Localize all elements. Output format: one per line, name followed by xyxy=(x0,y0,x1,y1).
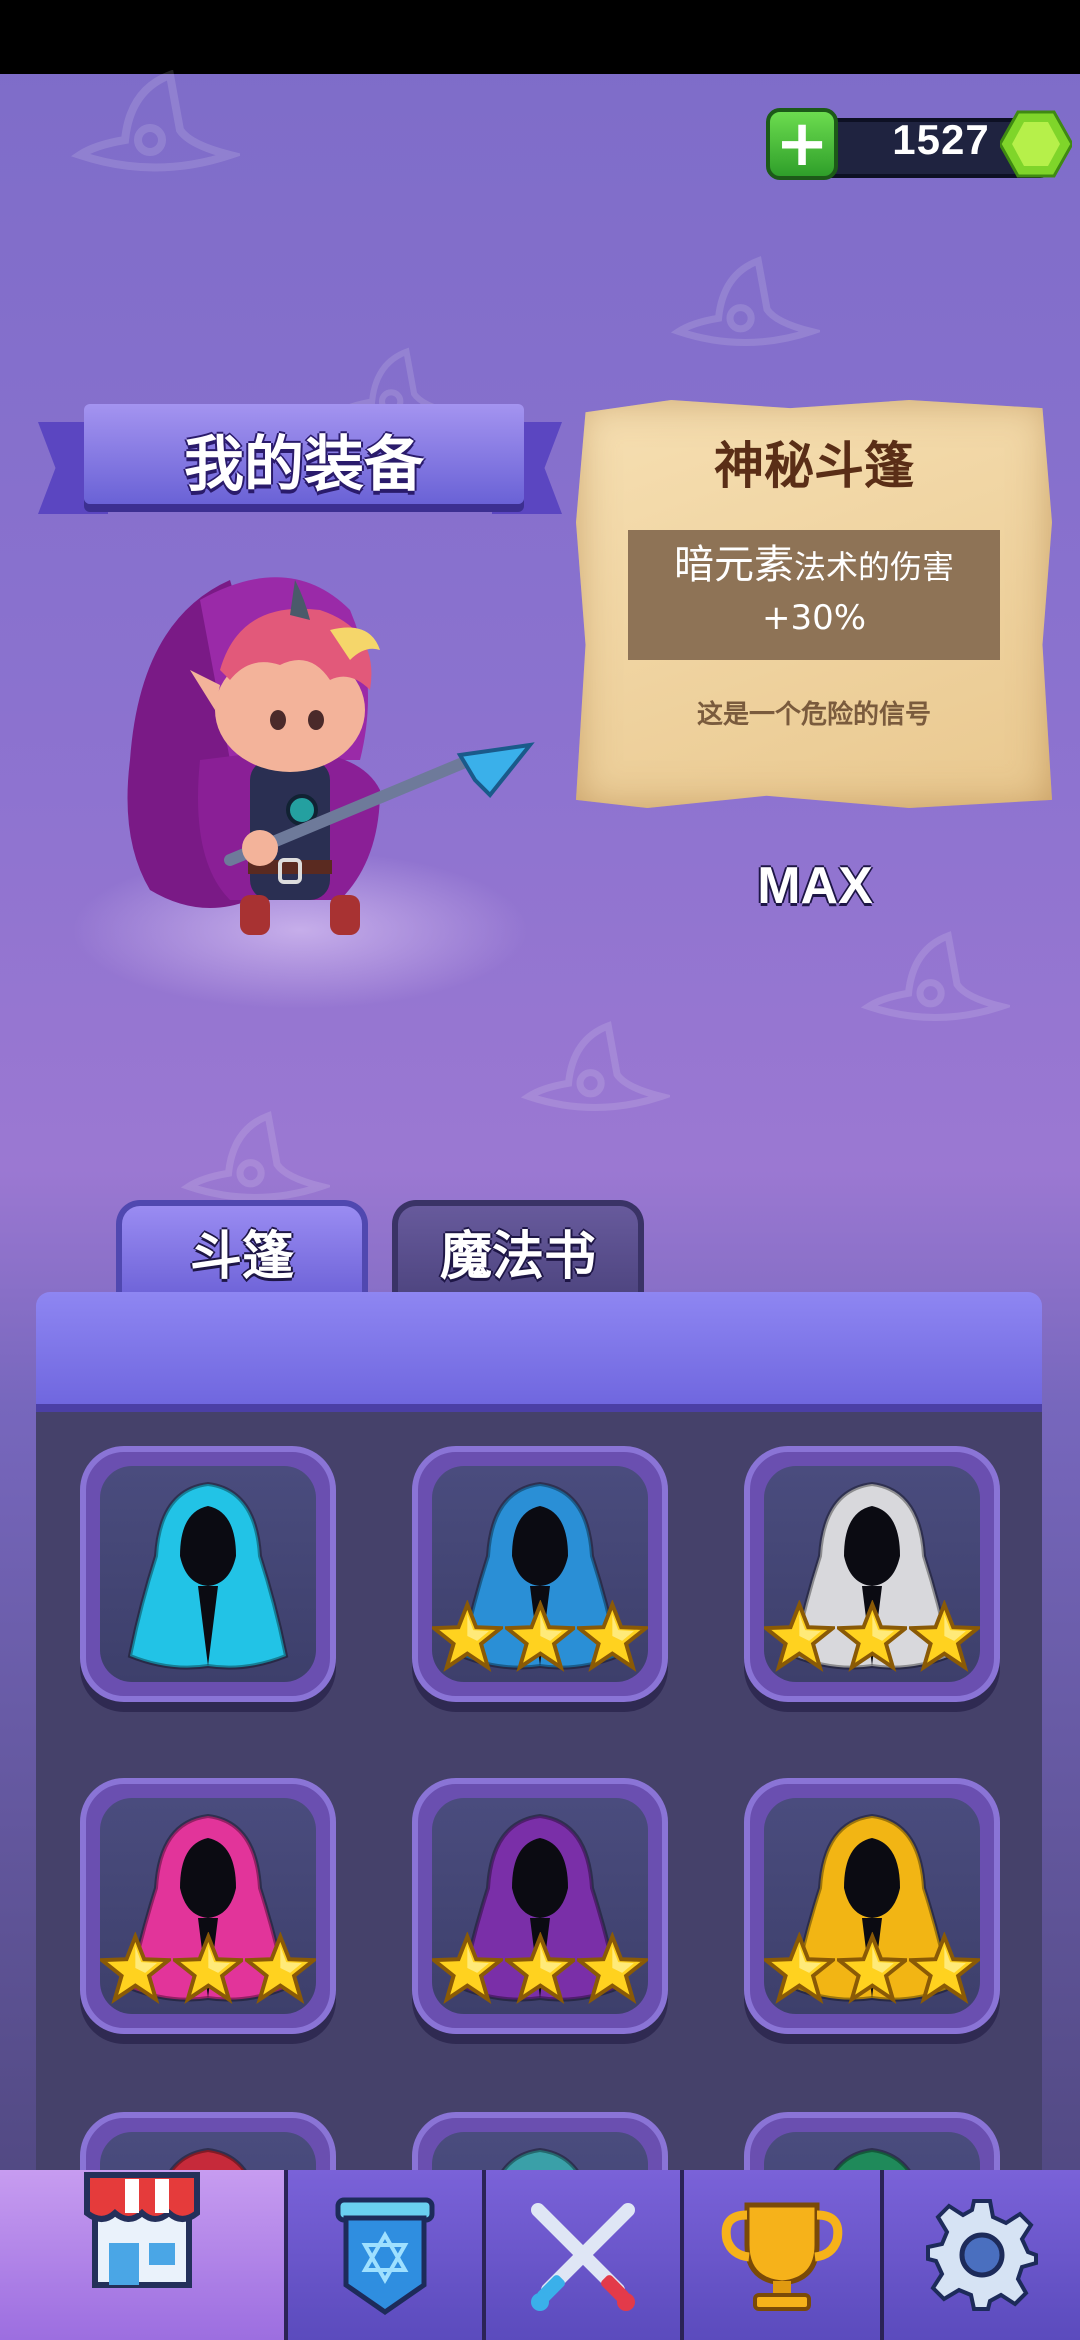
star-icon xyxy=(577,1932,648,2004)
add-gems-button[interactable]: + xyxy=(766,108,838,180)
page-title: 我的装备 xyxy=(184,430,424,500)
cloak-slot-inner xyxy=(100,1798,316,2014)
nav-shop-button[interactable] xyxy=(0,2170,284,2340)
cloak-slot-teal-cloak[interactable] xyxy=(412,2112,668,2172)
cloak-slot-gold-swirl-cloak[interactable] xyxy=(744,1778,1000,2034)
star-icon xyxy=(764,1600,835,1672)
tab-spellbook[interactable]: 魔法书 xyxy=(392,1200,644,1296)
star-icon xyxy=(909,1932,980,2004)
cloak-slot-cyan-cloak[interactable] xyxy=(80,1446,336,1702)
gem-counter: + 1527 xyxy=(766,108,1072,180)
green-cloak-icon xyxy=(831,2147,913,2172)
star-icon xyxy=(504,1600,576,1672)
trophy-icon xyxy=(721,2202,843,2311)
equipment-icon xyxy=(335,2197,435,2316)
gem-icon xyxy=(1000,110,1072,178)
star-rating xyxy=(100,1932,316,2004)
nav-trophy-button[interactable] xyxy=(680,2170,880,2340)
cloak-slot-blue-star-cloak[interactable] xyxy=(412,1446,668,1702)
status-bar xyxy=(0,0,1080,74)
cloak-slot-inner xyxy=(764,1466,980,1682)
star-icon xyxy=(836,1600,908,1672)
item-description: 这是一个危险的信号 xyxy=(696,700,931,730)
nav-equipment-button[interactable] xyxy=(284,2170,482,2340)
effect-text: 法术的伤害 xyxy=(793,548,954,586)
star-icon xyxy=(245,1932,316,2004)
cloak-slot-plaid-cloak[interactable] xyxy=(744,1446,1000,1702)
nav-settings-button[interactable] xyxy=(880,2170,1080,2340)
cloak-slot-inner xyxy=(764,1798,980,2014)
inventory-panel-header xyxy=(36,1292,1042,1404)
star-icon xyxy=(432,1932,503,2004)
inventory-grid xyxy=(36,1412,1042,2172)
star-icon xyxy=(432,1600,503,1672)
shop-icon xyxy=(84,2171,200,2288)
nav-battle-button[interactable] xyxy=(482,2170,680,2340)
cloak-slot-inner xyxy=(432,1466,648,1682)
cloak-slot-red-cloak[interactable] xyxy=(80,2112,336,2172)
cloak-slot-pink-heart-cloak[interactable] xyxy=(80,1778,336,2034)
hat-pattern-icon xyxy=(70,70,240,180)
item-info-card: 神秘斗篷 暗元素法术的伤害 +30% 这是一个危险的信号 xyxy=(576,400,1052,808)
star-icon xyxy=(577,1600,648,1672)
hat-pattern-icon xyxy=(860,920,1010,1040)
gem-count: 1527 xyxy=(892,116,990,163)
star-icon xyxy=(504,1932,576,2004)
effect-element: 暗元素 xyxy=(673,542,794,588)
star-rating xyxy=(432,1932,648,2004)
item-name: 神秘斗篷 xyxy=(714,437,914,495)
cloak-slot-inner xyxy=(764,2132,980,2172)
wizard-character xyxy=(127,577,535,935)
star-rating xyxy=(764,1600,980,1672)
bottom-nav xyxy=(0,2170,1080,2340)
effect-value: +30% xyxy=(761,598,867,638)
hat-pattern-icon xyxy=(520,1010,670,1130)
cloak-slot-purple-star-cloak[interactable] xyxy=(412,1778,668,2034)
item-effect-box: 暗元素法术的伤害 +30% xyxy=(628,530,1000,660)
settings-icon xyxy=(926,2199,1038,2311)
cyan-cloak-icon xyxy=(127,1481,289,1670)
star-rating xyxy=(764,1932,980,2004)
tab-cloak[interactable]: 斗篷 xyxy=(116,1200,368,1296)
cloak-slot-inner xyxy=(432,1798,648,2014)
star-icon xyxy=(172,1932,244,2004)
cloak-slot-green-cloak[interactable] xyxy=(744,2112,1000,2172)
hat-pattern-icon xyxy=(670,250,820,360)
cloak-slot-inner xyxy=(432,2132,648,2172)
battle-icon xyxy=(531,2203,635,2311)
star-rating xyxy=(432,1600,648,1672)
star-icon xyxy=(100,1932,171,2004)
star-icon xyxy=(764,1932,835,2004)
title-banner: 我的装备 xyxy=(38,400,562,526)
star-icon xyxy=(909,1600,980,1672)
teal-cloak-icon xyxy=(499,2147,581,2172)
star-icon xyxy=(836,1932,908,2004)
cloak-slot-inner xyxy=(100,1466,316,1682)
item-level: MAX xyxy=(757,857,873,915)
